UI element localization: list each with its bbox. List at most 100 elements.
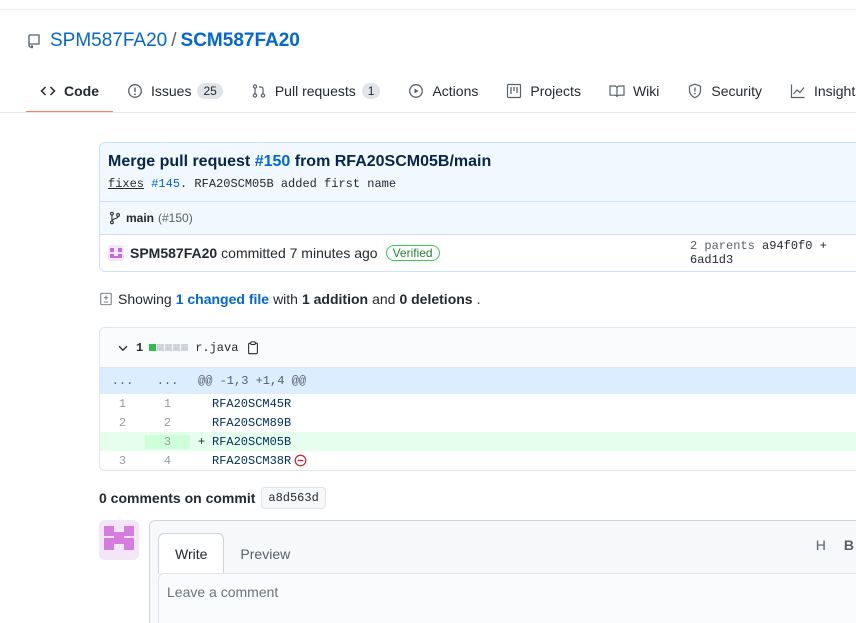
- diff-line: 2 2 RFA20SCM89B: [100, 413, 856, 432]
- old-line-number[interactable]: 1: [100, 397, 145, 411]
- user-avatar[interactable]: [99, 520, 139, 560]
- issues-count-badge: 25: [197, 82, 223, 99]
- branch-pr-ref[interactable]: (#150): [158, 211, 193, 225]
- diffstat-bar: [149, 344, 189, 351]
- tab-preview[interactable]: Preview: [224, 534, 306, 574]
- tab-actions-label: Actions: [432, 82, 479, 99]
- tab-security-label: Security: [711, 82, 762, 99]
- chevron-down-icon[interactable]: [116, 341, 130, 355]
- pull-request-icon: [252, 83, 266, 98]
- expand-up-button[interactable]: ...: [100, 374, 145, 388]
- line-text: RFA20SCM45R: [212, 396, 292, 411]
- tab-wiki-label: Wiki: [632, 82, 660, 99]
- tab-issues[interactable]: Issues 25: [113, 68, 237, 113]
- branch-name-link[interactable]: main: [126, 211, 154, 225]
- tab-wiki[interactable]: Wiki: [595, 68, 673, 113]
- top-border: [0, 0, 856, 10]
- file-header: 1 r.java: [100, 328, 856, 368]
- repo-separator: /: [171, 30, 177, 51]
- diff-summary: Showing 1 changed file with 1 addition a…: [99, 291, 480, 307]
- new-line-number[interactable]: 1: [145, 397, 190, 411]
- line-text: RFA20SCM89B: [212, 415, 292, 430]
- commit-sha: a8d563d: [261, 487, 326, 509]
- clipboard-icon[interactable]: [246, 340, 260, 355]
- comment-form: Write Preview H B Leave a comment: [149, 520, 856, 623]
- parents-label: 2 parents: [690, 239, 755, 253]
- diff-line-added: 3 + RFA20SCM05B: [100, 432, 856, 451]
- tab-insights[interactable]: Insights: [776, 68, 856, 113]
- old-line-number[interactable]: 3: [100, 454, 145, 468]
- diffstat-neutral-block: [181, 344, 189, 351]
- line-code: RFA20SCM38R: [190, 454, 307, 468]
- editor-toolbar: H B: [798, 537, 854, 553]
- repo-name-link[interactable]: SCM587FA20: [181, 30, 300, 52]
- comments-title: 0 comments on commit: [99, 490, 256, 506]
- tab-projects[interactable]: Projects: [492, 68, 595, 113]
- commit-desc-rest: . RFA20SCM05B added first name: [180, 177, 397, 191]
- bold-button[interactable]: B: [844, 537, 854, 553]
- tab-code-label: Code: [64, 82, 99, 99]
- tab-code[interactable]: Code: [26, 68, 113, 113]
- hunk-range: @@ -1,3 +1,4 @@: [198, 374, 307, 388]
- tab-security[interactable]: Security: [673, 68, 776, 113]
- comment-input[interactable]: Leave a comment: [158, 573, 856, 623]
- graph-icon: [790, 84, 805, 98]
- tab-insights-label: Insights: [813, 82, 856, 99]
- showing-end: .: [476, 291, 481, 307]
- verified-badge[interactable]: Verified: [385, 245, 440, 261]
- repo-tabs: Code Issues 25 Pull requests 1 Actions P…: [26, 68, 856, 113]
- tab-pull-requests-label: Pull requests: [274, 82, 356, 99]
- shield-icon: [689, 83, 702, 98]
- repo-owner-link[interactable]: SPM587FA20: [50, 30, 167, 52]
- editor-tabs: Write Preview: [150, 521, 856, 574]
- heading-button[interactable]: H: [816, 537, 826, 553]
- branch-icon: [110, 211, 120, 225]
- no-newline-icon: [294, 454, 307, 467]
- new-line-number[interactable]: 2: [145, 416, 190, 430]
- project-icon: [507, 83, 522, 98]
- fixes-text: fixes: [108, 177, 145, 191]
- pr-link[interactable]: #150: [255, 153, 291, 170]
- tab-write[interactable]: Write: [158, 533, 225, 574]
- code-icon: [40, 85, 56, 96]
- line-code: + RFA20SCM05B: [190, 435, 291, 449]
- repo-header: SPM587FA20 / SCM587FA20: [26, 30, 300, 52]
- tab-actions[interactable]: Actions: [394, 68, 492, 113]
- issue-link[interactable]: #145: [151, 177, 180, 191]
- parents-info: 2 parents a94f0f0 + 6ad1d3: [690, 239, 856, 267]
- diff-line: 3 4 RFA20SCM38R: [100, 451, 856, 470]
- issue-icon: [128, 83, 142, 98]
- author-avatar[interactable]: [108, 245, 124, 261]
- hunk-header: ... ... @@ -1,3 +1,4 @@: [100, 368, 856, 394]
- showing-with: with: [273, 291, 298, 307]
- diff-icon: [100, 292, 112, 306]
- commit-header: Merge pull request #150 from RFA20SCM05B…: [100, 143, 856, 202]
- changed-files-link[interactable]: 1 changed file: [176, 291, 269, 307]
- line-text: RFA20SCM38R: [212, 453, 292, 468]
- commit-description: fixes #145. RFA20SCM05B added first name: [108, 177, 856, 191]
- pull-requests-count-badge: 1: [361, 82, 381, 99]
- diffstat-add-block: [149, 344, 157, 351]
- commit-meta: SPM587FA20 committed 7 minutes ago Verif…: [100, 235, 856, 271]
- diffstat-neutral-block: [173, 344, 181, 351]
- commit-box: Merge pull request #150 from RFA20SCM05B…: [99, 142, 856, 272]
- commit-title-prefix: Merge pull request: [108, 153, 255, 170]
- showing-and: and: [372, 291, 396, 307]
- line-code: RFA20SCM45R: [190, 397, 291, 411]
- comments-heading: 0 comments on commit a8d563d: [99, 487, 326, 509]
- repo-icon: [28, 34, 40, 49]
- old-line-number[interactable]: 2: [100, 416, 145, 430]
- new-line-number[interactable]: 4: [145, 454, 190, 468]
- expand-down-button[interactable]: ...: [145, 374, 190, 388]
- file-diff: 1 r.java ... ... @@ -1,3 +1,4 @@ 1 1 RFA…: [99, 327, 856, 471]
- showing-prefix: Showing: [118, 291, 172, 307]
- author-link[interactable]: SPM587FA20: [130, 245, 217, 261]
- diffstat-neutral-block: [157, 344, 165, 351]
- commit-title: Merge pull request #150 from RFA20SCM05B…: [108, 153, 856, 171]
- book-icon: [609, 84, 625, 97]
- tab-projects-label: Projects: [530, 82, 581, 99]
- new-line-number[interactable]: 3: [145, 434, 190, 449]
- tab-pull-requests[interactable]: Pull requests 1: [237, 68, 395, 113]
- file-name-link[interactable]: r.java: [195, 341, 238, 355]
- commit-title-suffix: from RFA20SCM05B/main: [290, 153, 492, 170]
